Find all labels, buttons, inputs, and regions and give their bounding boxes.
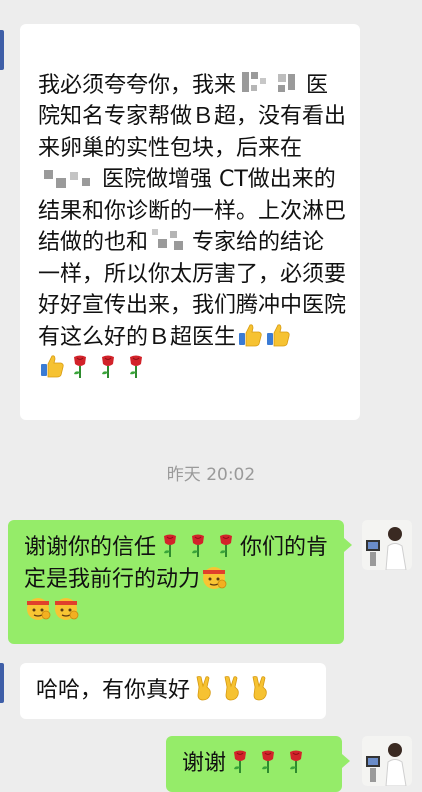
left-edge-marker [0,30,4,70]
message-bubble-incoming[interactable]: 我必须夸夸你，我来 医院知名专家帮做Ｂ超，没有看出来卵巢的实性包块，后来在 医院做增… [20,24,360,420]
rose-icon [67,353,93,379]
rose-icon [95,353,121,379]
rose-icon [123,353,149,379]
victory-hand-icon [191,675,217,701]
message-bubble-outgoing[interactable]: 谢谢你的信任 你们的肯定是我前行的动力 [8,520,344,644]
rose-icon [255,748,281,774]
message-text-segment: 哈哈，有你真好 [36,678,191,703]
avatar[interactable] [362,736,412,786]
redacted-mosaic [238,70,272,96]
strong-face-icon [25,595,51,621]
redacted-mosaic [150,227,190,253]
bubble-tail [342,754,350,768]
avatar[interactable] [362,520,412,570]
strong-face-icon [201,564,227,590]
message-text-segment: 谢谢你的信任 [24,535,157,560]
timestamp: 昨天 20:02 [166,465,256,485]
message-bubble-incoming[interactable]: 哈哈，有你真好 [20,663,326,719]
rose-icon [185,532,211,558]
message-text-segment: 谢谢 [182,751,227,776]
message-bubble-outgoing[interactable]: 谢谢 [166,736,342,792]
rose-icon [157,532,183,558]
thumbs-up-icon [265,322,291,348]
message-text: 我必须夸夸你，我来 医院知名专家帮做Ｂ超，没有看出来卵巢的实性包块，后来在 医院做增… [38,38,346,416]
redacted-mosaic [40,164,100,190]
rose-icon [283,748,309,774]
rose-icon [213,532,239,558]
message-text: 哈哈，有你真好 [36,675,314,707]
victory-hand-icon [247,675,273,701]
strong-face-icon [53,595,79,621]
message-text-segment: 我必须夸夸你，我来 [38,72,237,98]
thumbs-up-icon [237,322,263,348]
thumbs-up-icon [39,353,65,379]
victory-hand-icon [219,675,245,701]
bubble-tail [344,538,352,552]
redacted-mosaic [276,70,304,96]
rose-icon [227,748,253,774]
message-text: 谢谢 [182,748,332,780]
message-text: 谢谢你的信任 你们的肯定是我前行的动力 [24,532,334,627]
left-edge-marker [0,663,4,703]
